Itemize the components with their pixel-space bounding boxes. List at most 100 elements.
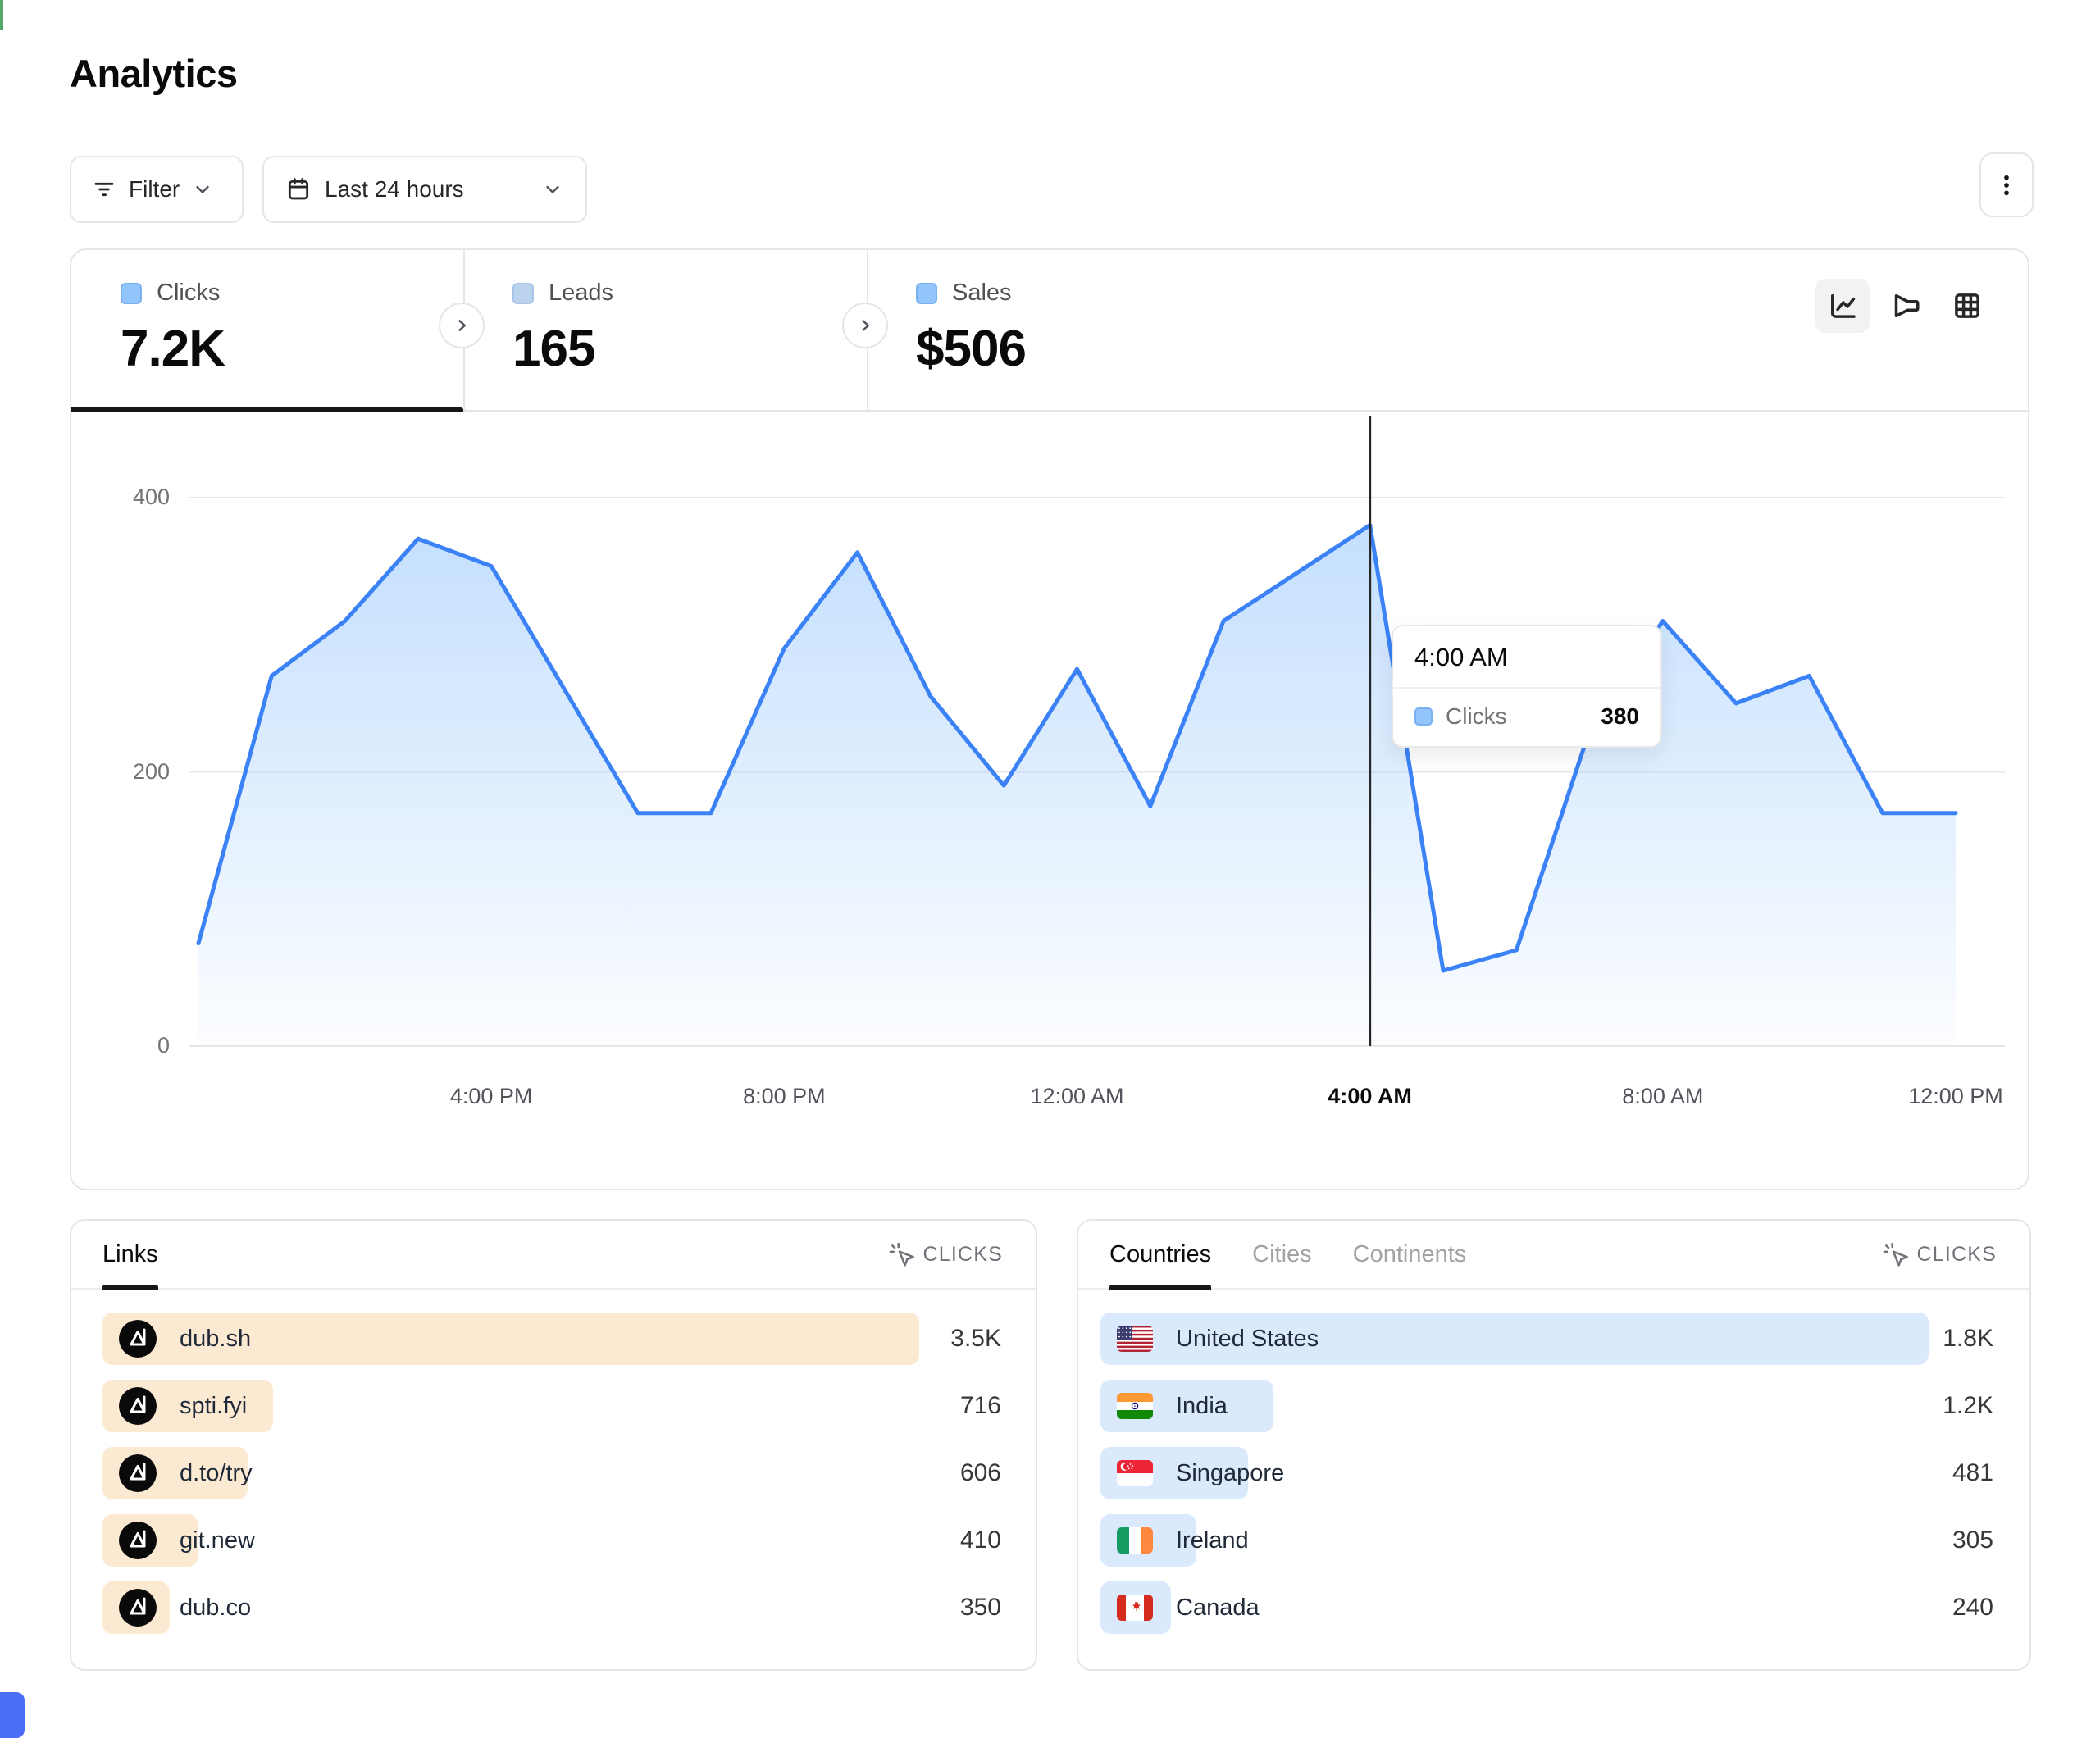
row-value: 1.8K <box>1943 1313 1993 1365</box>
row-value: 240 <box>1952 1581 1993 1634</box>
list-item[interactable]: Ireland 305 <box>1100 1514 1993 1567</box>
tooltip-series-label: Clicks <box>1446 703 1507 730</box>
list-item[interactable]: spti.fyi 716 <box>102 1380 1001 1432</box>
dub-logo-avatar <box>119 1522 157 1559</box>
sg-flag-icon <box>1117 1460 1153 1486</box>
row-value: 1.2K <box>1943 1380 1993 1432</box>
filter-label: Filter <box>129 176 180 202</box>
stat-chevron-button[interactable] <box>842 303 888 348</box>
row-value: 3.5K <box>950 1313 1001 1365</box>
dub-logo-avatar <box>119 1320 157 1358</box>
list-item[interactable]: United States 1.8K <box>1100 1313 1993 1365</box>
row-label: India <box>1176 1393 1228 1420</box>
clicks-area-chart[interactable] <box>70 407 2029 1063</box>
in-flag-icon <box>1117 1393 1153 1419</box>
x-axis-label: 4:00 PM <box>393 1084 590 1109</box>
tab-clicks[interactable]: Clicks 7.2K <box>71 250 463 412</box>
row-value: 410 <box>960 1514 1001 1567</box>
row-label: spti.fyi <box>180 1393 247 1420</box>
y-axis-label: 400 <box>70 485 170 510</box>
filter-icon <box>91 176 117 202</box>
row-label: dub.co <box>180 1595 251 1622</box>
ca-flag-icon <box>1117 1595 1153 1621</box>
tab-continents[interactable]: Continents <box>1353 1221 1467 1288</box>
y-axis-label: 0 <box>70 1033 170 1058</box>
x-axis-label: 12:00 PM <box>1857 1084 2054 1109</box>
row-value: 606 <box>960 1447 1001 1499</box>
chevron-down-icon <box>541 178 564 201</box>
leads-legend-swatch <box>512 283 534 304</box>
row-label: d.to/try <box>180 1460 253 1487</box>
countries-panel-header: Countries Cities Continents CLICKS <box>1078 1221 2029 1290</box>
list-item[interactable]: git.new 410 <box>102 1514 1001 1567</box>
tooltip-series-value: 380 <box>1601 703 1639 730</box>
metric-header-label: CLICKS <box>922 1243 1003 1267</box>
row-label: dub.sh <box>180 1326 251 1353</box>
filter-button[interactable]: Filter <box>70 156 244 223</box>
dub-logo-avatar <box>119 1589 157 1627</box>
countries-panel: Countries Cities Continents CLICKS United … <box>1077 1219 2031 1671</box>
calendar-icon <box>285 176 312 202</box>
row-value: 350 <box>960 1581 1001 1634</box>
chevron-right-icon <box>853 313 877 338</box>
row-value: 481 <box>1952 1447 1993 1499</box>
line-chart-toggle[interactable] <box>1815 279 1870 333</box>
chevron-right-icon <box>449 313 474 338</box>
funnel-chart-toggle[interactable] <box>1878 279 1932 333</box>
y-axis-label: 200 <box>70 759 170 785</box>
date-range-label: Last 24 hours <box>325 176 464 202</box>
row-label: git.new <box>180 1527 255 1554</box>
tab-leads[interactable]: Leads 165 <box>463 250 867 412</box>
row-label: Ireland <box>1176 1527 1249 1554</box>
tab-links[interactable]: Links <box>102 1221 158 1288</box>
links-panel: Links CLICKS dub.sh 3.5K spti.fyi 716 d.to/t… <box>70 1219 1037 1671</box>
table-view-toggle[interactable] <box>1940 279 1994 333</box>
stat-label: Sales <box>952 280 1012 307</box>
clicks-legend-swatch <box>121 283 142 304</box>
x-axis-label: 12:00 AM <box>979 1084 1176 1109</box>
more-options-button[interactable] <box>1979 152 2034 217</box>
funnel-chart-icon <box>1888 289 1922 323</box>
grid-icon <box>1950 289 1984 323</box>
metric-header-label: CLICKS <box>1916 1243 1997 1267</box>
line-chart-icon <box>1825 289 1860 323</box>
ie-flag-icon <box>1117 1527 1153 1554</box>
dub-logo-avatar <box>119 1454 157 1492</box>
tab-countries[interactable]: Countries <box>1109 1221 1211 1288</box>
list-item[interactable]: d.to/try 606 <box>102 1447 1001 1499</box>
date-range-button[interactable]: Last 24 hours <box>262 156 587 223</box>
dub-logo-avatar <box>119 1387 157 1425</box>
tooltip-time: 4:00 AM <box>1393 626 1660 689</box>
sales-legend-swatch <box>916 283 937 304</box>
list-item[interactable]: dub.sh 3.5K <box>102 1313 1001 1365</box>
row-label: Singapore <box>1176 1460 1284 1487</box>
stat-label: Clicks <box>157 280 220 307</box>
kebab-menu-icon <box>1993 171 2020 199</box>
page-edge-accent <box>0 0 3 30</box>
page-title: Analytics <box>70 51 237 96</box>
row-label: United States <box>1176 1326 1319 1353</box>
stat-chevron-button[interactable] <box>439 303 485 348</box>
row-value: 305 <box>1952 1514 1993 1567</box>
chart-tooltip: 4:00 AM Clicks 380 <box>1392 625 1662 748</box>
stat-value: 7.2K <box>121 320 463 378</box>
list-item[interactable]: India 1.2K <box>1100 1380 1993 1432</box>
list-item[interactable]: dub.co 350 <box>102 1581 1001 1634</box>
cursor-click-icon <box>888 1241 914 1267</box>
tab-sales[interactable]: Sales $506 <box>867 250 1359 412</box>
x-axis-label: 8:00 PM <box>686 1084 882 1109</box>
x-axis-label: 4:00 AM <box>1272 1084 1469 1109</box>
stat-label: Leads <box>549 280 613 307</box>
us-flag-icon <box>1117 1326 1153 1352</box>
chart-area-fill <box>198 525 1956 1047</box>
list-item[interactable]: Singapore 481 <box>1100 1447 1993 1499</box>
clicks-legend-swatch <box>1414 707 1433 726</box>
floating-action-button[interactable] <box>0 1692 25 1738</box>
chevron-down-icon <box>191 178 214 201</box>
stat-value: $506 <box>916 320 1359 378</box>
cursor-click-icon <box>1882 1241 1908 1267</box>
tab-cities[interactable]: Cities <box>1252 1221 1312 1288</box>
row-value: 716 <box>960 1380 1001 1432</box>
list-item[interactable]: Canada240 <box>1100 1581 1993 1634</box>
links-panel-header: Links CLICKS <box>71 1221 1036 1290</box>
